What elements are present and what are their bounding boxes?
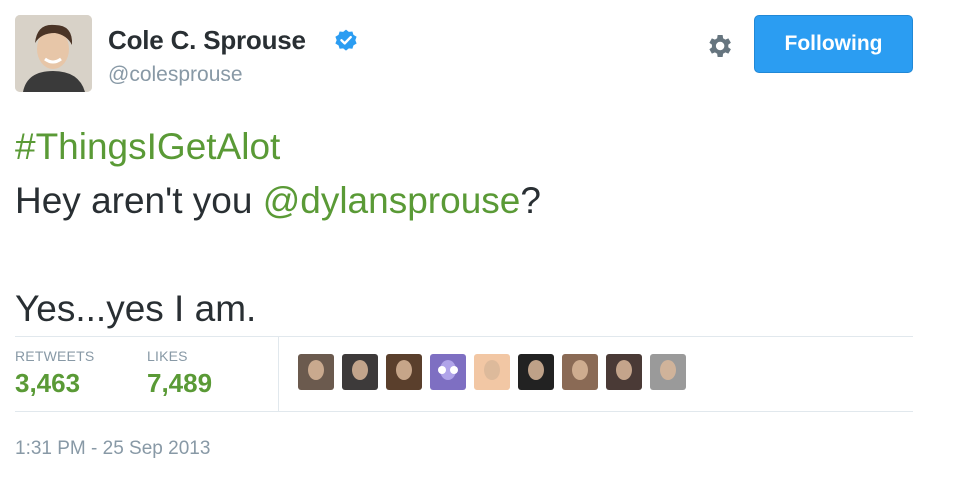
- following-button[interactable]: Following: [754, 15, 913, 73]
- tweet-text-prefix: Hey aren't you: [15, 180, 263, 221]
- liker-avatar-2[interactable]: [342, 354, 378, 390]
- tweet-line-2: Hey aren't you @dylansprouse?: [15, 174, 915, 228]
- likes-count: 7,489: [147, 368, 213, 398]
- tweet-line-3: Yes...yes I am.: [15, 288, 257, 329]
- gear-icon[interactable]: [704, 31, 734, 61]
- tweet-line-1: #ThingsIGetAlot: [15, 120, 915, 174]
- liker-avatars: [298, 354, 686, 394]
- retweets-count: 3,463: [15, 368, 81, 398]
- liker-avatar-1[interactable]: [298, 354, 334, 390]
- likes-stat[interactable]: LIKES 7,489: [147, 348, 212, 399]
- likes-label: LIKES: [147, 348, 188, 364]
- liker-avatar-5[interactable]: [474, 354, 510, 390]
- hashtag-link[interactable]: #ThingsIGetAlot: [15, 126, 280, 167]
- retweets-stat[interactable]: RETWEETS 3,463: [15, 348, 94, 399]
- stats-divider-bottom: [15, 411, 913, 412]
- stats-divider-top: [15, 336, 913, 337]
- liker-avatar-9[interactable]: [650, 354, 686, 390]
- profile-avatar[interactable]: [15, 15, 92, 92]
- display-name[interactable]: Cole C. Sprouse: [108, 25, 306, 56]
- mention-link[interactable]: @dylansprouse: [263, 180, 521, 221]
- retweets-label: RETWEETS: [15, 348, 95, 364]
- tweet-text: #ThingsIGetAlot Hey aren't you @dylanspr…: [15, 120, 915, 336]
- tweet-text-suffix: ?: [520, 180, 541, 221]
- stats-separator: [278, 337, 279, 411]
- liker-avatar-6[interactable]: [518, 354, 554, 390]
- liker-avatar-7[interactable]: [562, 354, 598, 390]
- liker-avatar-3[interactable]: [386, 354, 422, 390]
- verified-badge-icon: [335, 29, 357, 51]
- tweet-card: Cole C. Sprouse @colesprouse Following #…: [0, 0, 980, 490]
- avatar-image: [15, 15, 92, 92]
- liker-avatar-4[interactable]: [430, 354, 466, 390]
- tweet-timestamp[interactable]: 1:31 PM - 25 Sep 2013: [15, 438, 210, 460]
- user-handle[interactable]: @colesprouse: [108, 63, 243, 87]
- liker-avatar-8[interactable]: [606, 354, 642, 390]
